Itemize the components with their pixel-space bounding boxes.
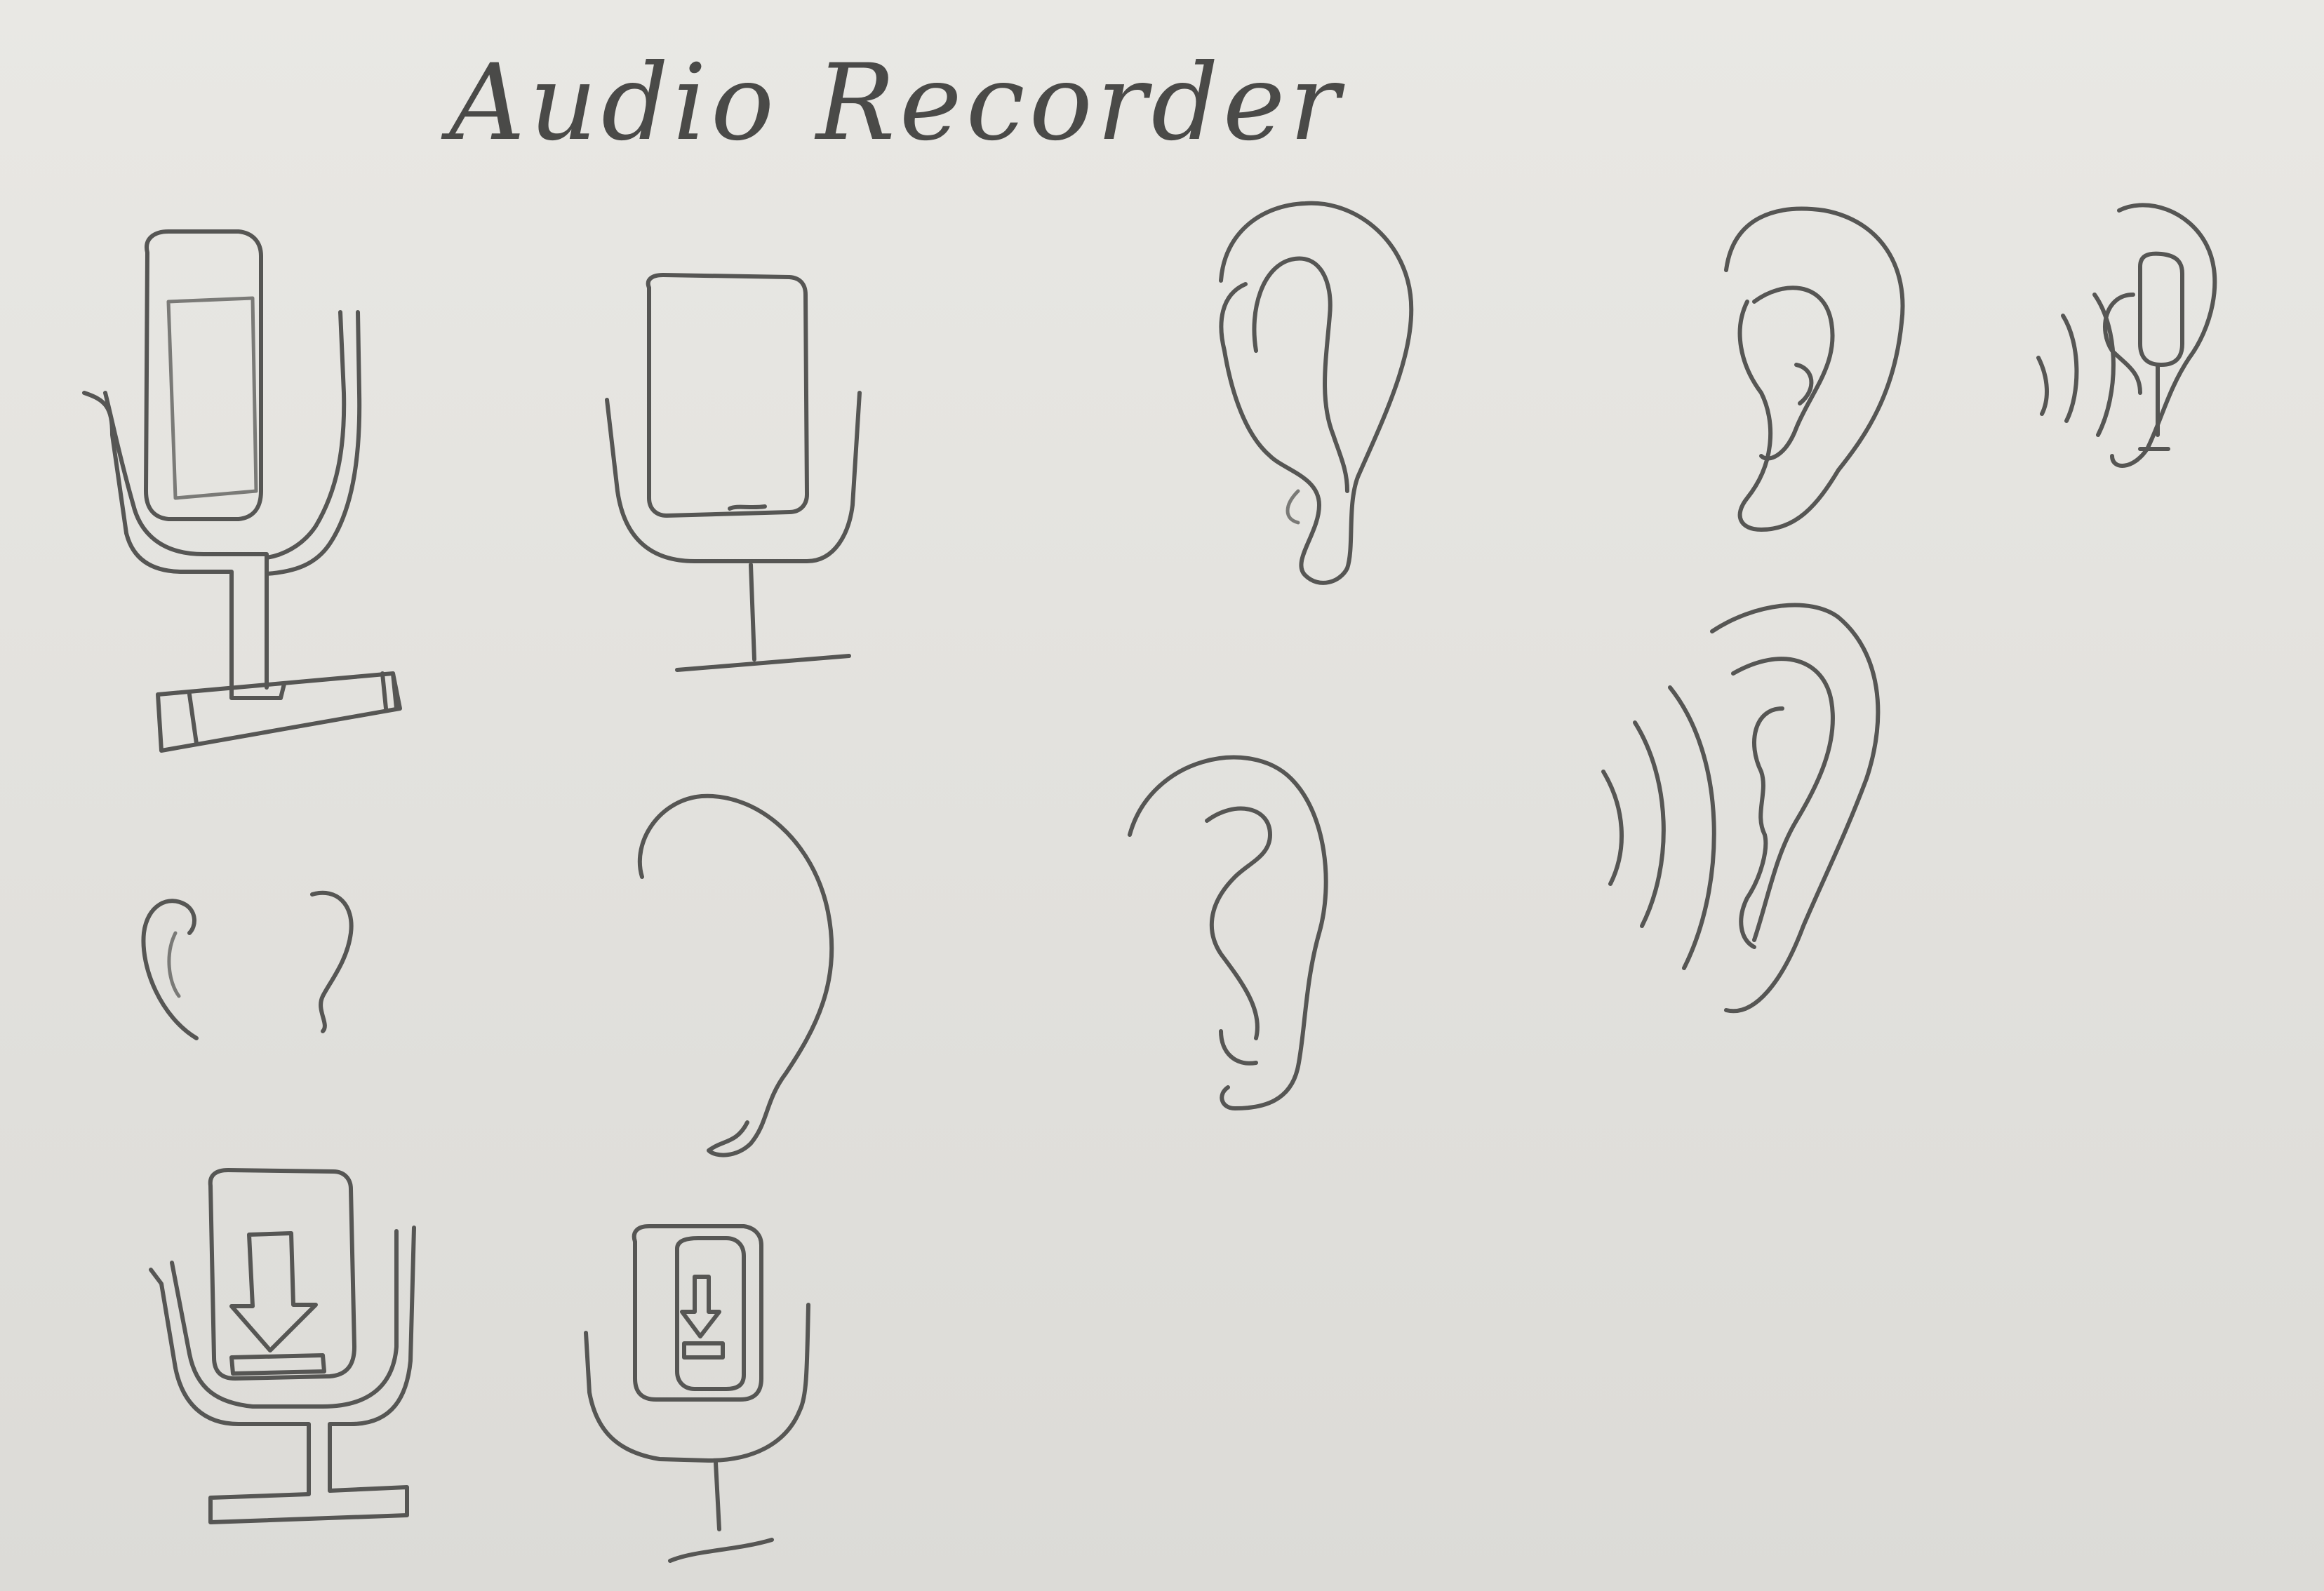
microphone-download-icon [584, 1224, 810, 1563]
microphone-icon [605, 273, 862, 672]
paper-sheet: Audio Recorder [0, 0, 2324, 1591]
microphone-download-icon [149, 1168, 416, 1524]
ear-icon [637, 793, 834, 1157]
sketch-canvas [82, 201, 2217, 1563]
ear-microphone-icon [2036, 203, 2217, 468]
ear-pair-icon [141, 890, 354, 1040]
microphone-icon [82, 229, 402, 753]
ear-icon [1128, 755, 1328, 1110]
ear-icon [1724, 206, 1905, 532]
ear-icon [1219, 201, 1414, 585]
ear-sound-waves-icon [1601, 603, 1881, 1014]
